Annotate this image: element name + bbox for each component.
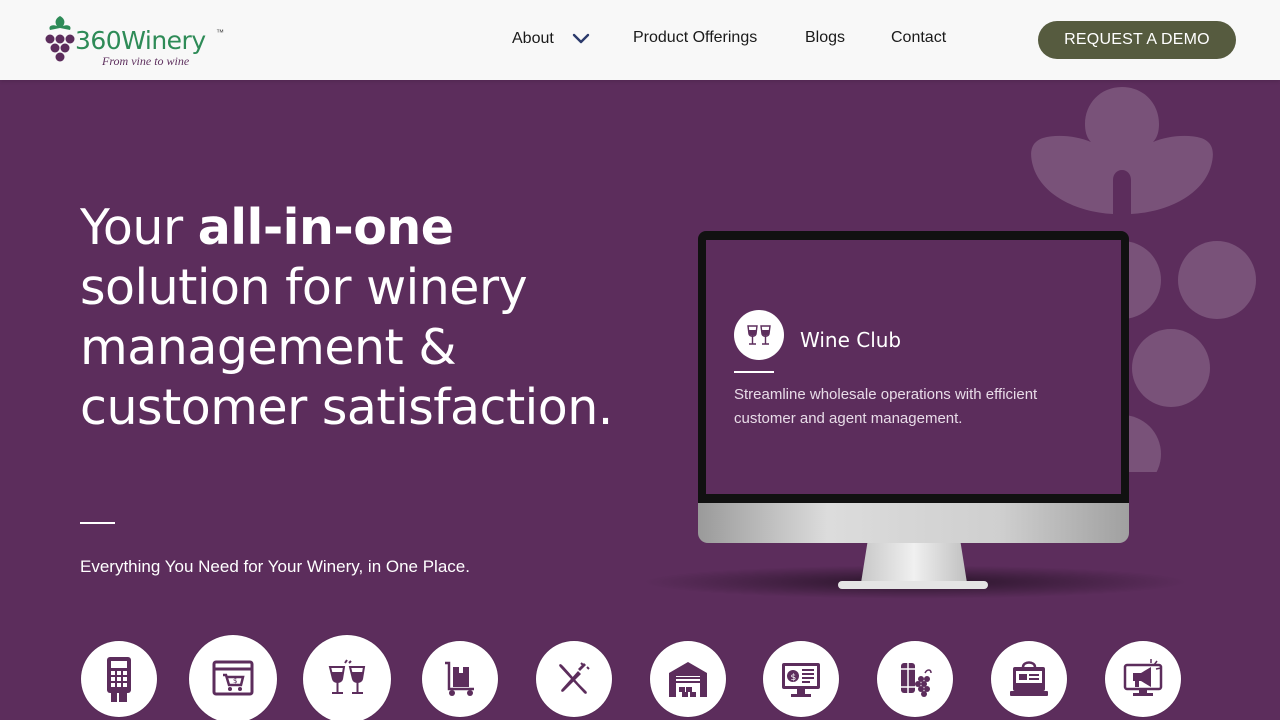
hero-divider — [80, 522, 115, 524]
monitor-frame: Wine Club Streamline wholesale operation… — [698, 231, 1129, 503]
svg-text:$: $ — [791, 673, 797, 683]
marketing-megaphone-icon[interactable] — [1105, 641, 1181, 717]
nav-product-offerings[interactable]: Product Offerings — [633, 29, 757, 47]
grape-barrel-icon[interactable] — [877, 641, 953, 717]
monitor-chin — [698, 503, 1129, 543]
nav-blogs[interactable]: Blogs — [805, 29, 845, 47]
hero-title-pre: Your — [80, 199, 198, 256]
card-description: Streamline wholesale operations with eff… — [734, 386, 1038, 427]
wine-club-glasses-icon[interactable] — [303, 635, 391, 720]
grape-logo-icon — [45, 16, 75, 62]
hand-truck-box-icon[interactable] — [422, 641, 498, 717]
fork-knife-icon[interactable] — [536, 641, 612, 717]
logo[interactable]: 360Winery ™ From vine to wine — [44, 14, 229, 70]
svg-text:$: $ — [233, 677, 237, 685]
hero-title-post: solution for winery management & custome… — [80, 259, 613, 436]
card-title: Wine Club — [800, 328, 902, 352]
warehouse-icon[interactable] — [650, 641, 726, 717]
wine-glasses-icon — [734, 310, 784, 360]
monitor-stand — [861, 543, 967, 583]
site-header: 360Winery ™ From vine to wine About Prod… — [0, 0, 1280, 80]
hero-subtitle: Everything You Need for Your Winery, in … — [80, 557, 470, 576]
monitor-base — [838, 581, 988, 589]
billing-monitor-icon[interactable]: $ — [763, 641, 839, 717]
nav-contact[interactable]: Contact — [891, 29, 946, 47]
nav-about[interactable]: About — [512, 30, 554, 48]
hero-title: Your all-in-one solution for winery mana… — [80, 198, 640, 438]
card-divider — [734, 371, 774, 373]
hero-title-bold: all-in-one — [197, 199, 454, 256]
trademark-symbol: ™ — [216, 28, 224, 37]
pos-terminal-icon[interactable] — [81, 641, 157, 717]
pos-register-icon[interactable] — [991, 641, 1067, 717]
logo-wordmark: 360Winery — [75, 26, 206, 55]
logo-tagline: From vine to wine — [102, 54, 190, 68]
chevron-down-icon[interactable] — [572, 32, 590, 46]
request-demo-button[interactable]: REQUEST A DEMO — [1038, 21, 1236, 59]
monitor-screen: Wine Club Streamline wholesale operation… — [706, 240, 1121, 494]
monitor-illustration: Wine Club Streamline wholesale operation… — [698, 231, 1129, 591]
ecommerce-cart-icon[interactable]: $ — [189, 635, 277, 720]
